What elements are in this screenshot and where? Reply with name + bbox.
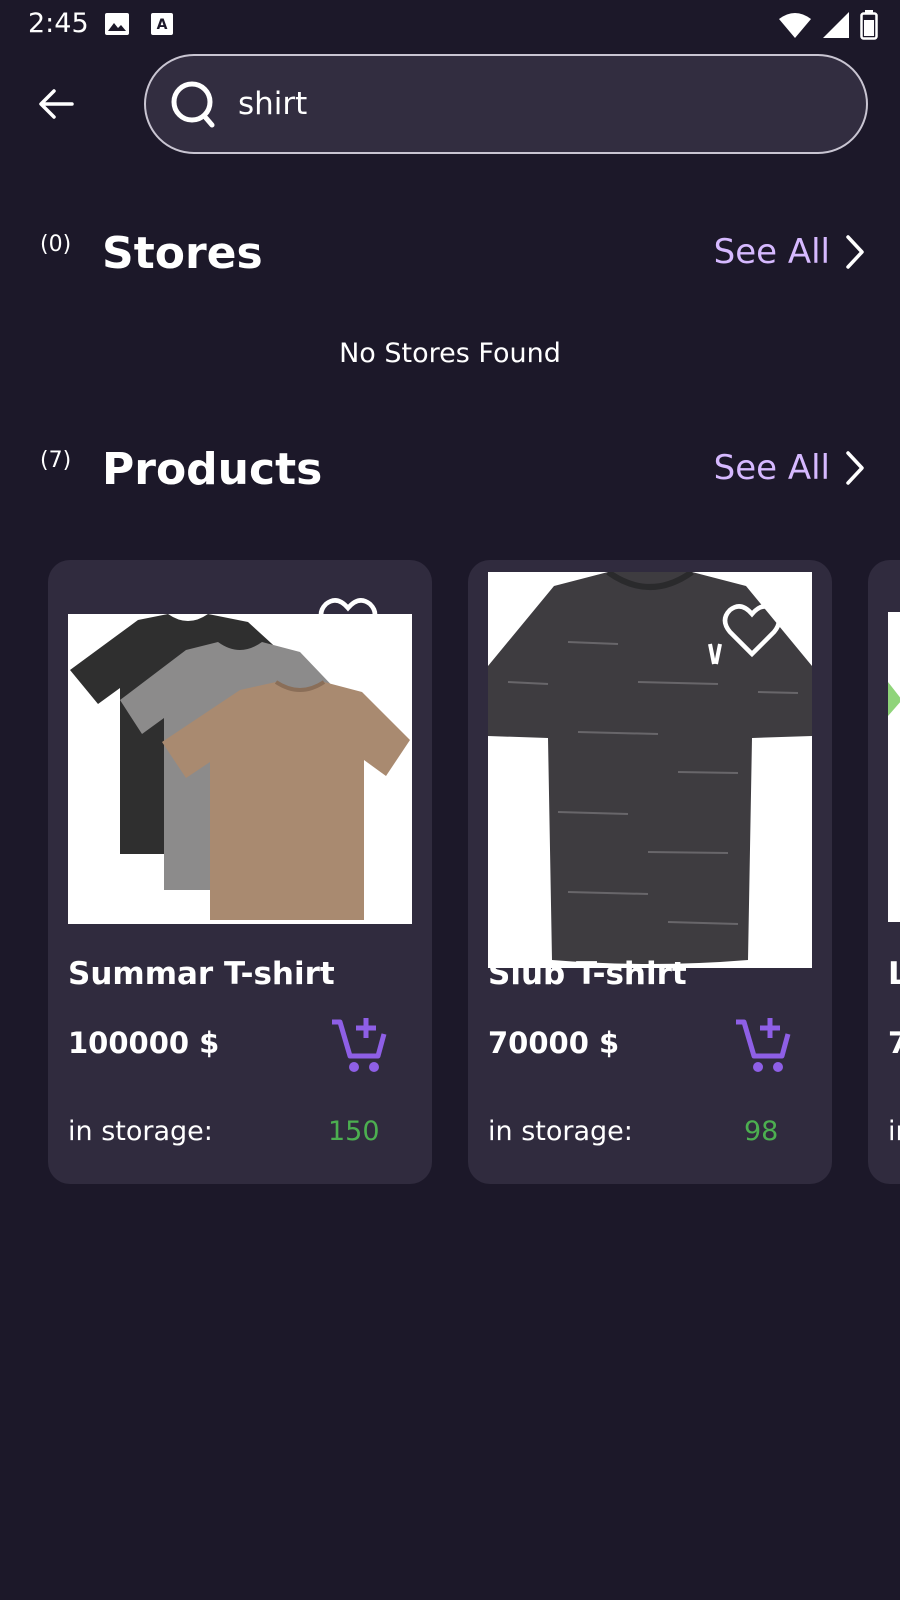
product-price: 7 (888, 1026, 900, 1060)
stores-count: (0) (40, 232, 72, 257)
product-card[interactable]: Summar T-shirt 100000 $ in storage: 150 (48, 560, 432, 1184)
battery-icon (860, 10, 878, 44)
search-bar[interactable] (144, 54, 868, 154)
product-price: 70000 $ (488, 1026, 620, 1060)
product-price: 100000 $ (68, 1026, 220, 1060)
product-name: L (888, 956, 900, 992)
search-icon (168, 78, 220, 130)
product-card[interactable]: L 7 in storage: (868, 560, 900, 1184)
heart-icon[interactable] (318, 596, 378, 652)
status-time: 2:45 (28, 8, 89, 39)
a-icon: A (150, 12, 174, 40)
product-image (68, 614, 412, 924)
stores-title: Stores (102, 228, 263, 279)
products-see-all-button[interactable]: See All (714, 448, 866, 488)
search-results-screen: 2:45 A shirt (0) Stores See All No Store… (0, 0, 900, 1600)
see-all-label: See All (713, 232, 830, 272)
storage-label: in storage: (888, 1116, 900, 1147)
see-all-label: See All (713, 448, 830, 488)
image-icon (104, 12, 130, 40)
no-stores-message: No Stores Found (339, 338, 561, 369)
heart-icon[interactable] (722, 602, 782, 658)
product-name: Summar T-shirt (68, 956, 335, 992)
product-name: Slub T-shirt (488, 956, 687, 992)
search-input[interactable] (238, 86, 798, 122)
product-list: Summar T-shirt 100000 $ in storage: 150 (0, 560, 900, 1186)
products-title: Products (102, 444, 323, 495)
storage-value: 98 (744, 1116, 779, 1147)
products-count: (7) (40, 448, 72, 473)
storage-value: 150 (328, 1116, 380, 1147)
add-to-cart-icon[interactable] (734, 1016, 792, 1074)
signal-icon (822, 11, 850, 43)
back-button[interactable] (32, 80, 80, 128)
svg-text:A: A (157, 17, 168, 33)
chevron-right-icon (846, 235, 864, 269)
chevron-right-icon (846, 451, 864, 485)
arrow-left-icon (39, 89, 74, 119)
status-bar: 2:45 A (0, 0, 900, 48)
product-image (888, 612, 900, 922)
add-to-cart-icon[interactable] (330, 1016, 388, 1074)
storage-label: in storage: (488, 1116, 633, 1147)
storage-label: in storage: (68, 1116, 213, 1147)
wifi-icon (778, 11, 812, 43)
stores-see-all-button[interactable]: See All (714, 232, 866, 272)
product-card[interactable]: Slub T-shirt 70000 $ in storage: 98 (468, 560, 832, 1184)
